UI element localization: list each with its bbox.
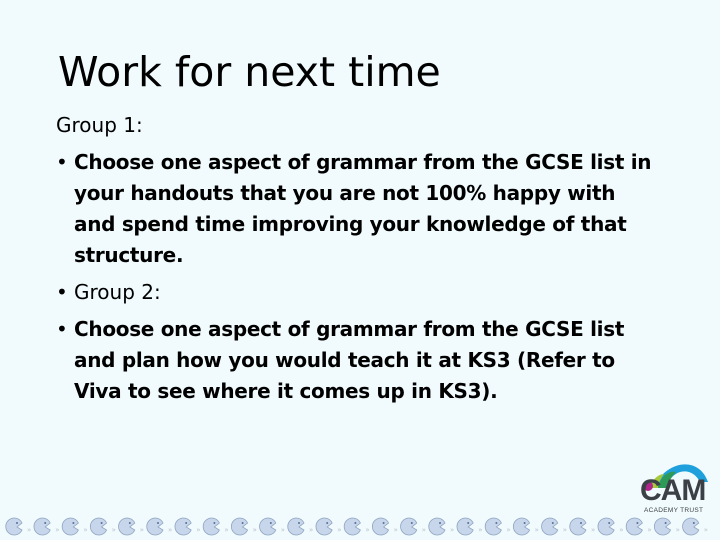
footer-separator-icon: » [647,526,651,534]
pacman-face-icon [5,517,23,536]
footer-separator-icon: » [168,526,172,534]
footer-separator-icon: » [422,526,426,534]
pacman-face-icon [512,517,531,536]
footer-separator-icon: » [309,526,313,534]
slide-body: Group 1: Choose one aspect of grammar fr… [56,110,696,407]
group1-task-line: Choose one aspect of grammar from the GC… [74,150,652,174]
pacman-face-icon [569,517,587,536]
footer-separator-icon: » [535,526,539,534]
pacman-face-icon [61,517,79,536]
pacman-face-icon [428,517,446,536]
group2-label-bullet: Group 2: [56,277,696,308]
footer-separator-icon: » [112,526,116,534]
footer-separator-icon: » [55,526,59,534]
pacman-face-icon [597,517,615,536]
footer-separator-icon: » [281,526,285,534]
footer-separator-icon: » [450,526,454,534]
pacman-face-icon [484,517,502,536]
footer-separator-icon: » [337,526,341,534]
pacman-face-icon [682,517,700,536]
pacman-face-icon [146,517,164,536]
footer-separator-icon: » [563,526,567,534]
footer-separator-icon: » [83,526,87,534]
pacman-face-icon [202,517,220,536]
pacman-face-icon [371,517,390,536]
footer-separator-icon: » [619,526,623,534]
footer-icon-strip: » » » » » » » » » » » » » » » » » » » » » » » » » [5,517,708,536]
footer-separator-icon: » [394,526,398,534]
group1-task-line: and spend time improving your knowledge … [74,212,627,236]
pacman-face-icon [33,517,51,536]
slide-title: Work for next time [58,48,441,96]
footer-separator-icon: » [140,526,144,534]
pacman-face-icon [259,517,277,536]
footer-separator-icon: » [506,526,510,534]
pacman-face-icon [400,517,418,536]
pacman-face-icon [653,517,672,536]
group1-task-line: structure. [74,243,184,267]
footer-separator-icon: » [196,526,200,534]
group1-task-line: your handouts that you are not 100% happ… [74,181,616,205]
logo-name: CAM [640,474,706,507]
pacman-face-icon [118,517,136,536]
footer-separator-icon: » [224,526,228,534]
pacman-face-icon [89,517,108,536]
pacman-face-icon [343,517,361,536]
group2-task-line: Viva to see where it comes up in KS3). [74,379,498,403]
group2-task: Choose one aspect of grammar from the GC… [56,314,696,407]
footer-separator-icon: » [253,526,257,534]
pacman-face-icon [174,517,192,536]
footer-separator-icon: » [27,526,31,534]
footer-separator-icon: » [591,526,595,534]
group1-task: Choose one aspect of grammar from the GC… [56,147,696,271]
group2-task-line: and plan how you would teach it at KS3 (… [74,348,615,372]
pacman-face-icon [287,517,305,536]
pacman-face-icon [625,517,643,536]
group2-task-line: Choose one aspect of grammar from the GC… [74,317,625,341]
footer-separator-icon: » [365,526,369,534]
group1-label: Group 1: [56,113,143,137]
logo-subtitle: ACADEMY TRUST [644,507,704,514]
footer-separator-icon: » [478,526,482,534]
pacman-face-icon [456,517,474,536]
group2-label: Group 2: [74,280,161,304]
pacman-face-icon [230,517,249,536]
footer-separator-icon: » [704,526,708,534]
footer-separator-icon: » [676,526,680,534]
pacman-face-icon [541,517,559,536]
pacman-face-icon [315,517,333,536]
